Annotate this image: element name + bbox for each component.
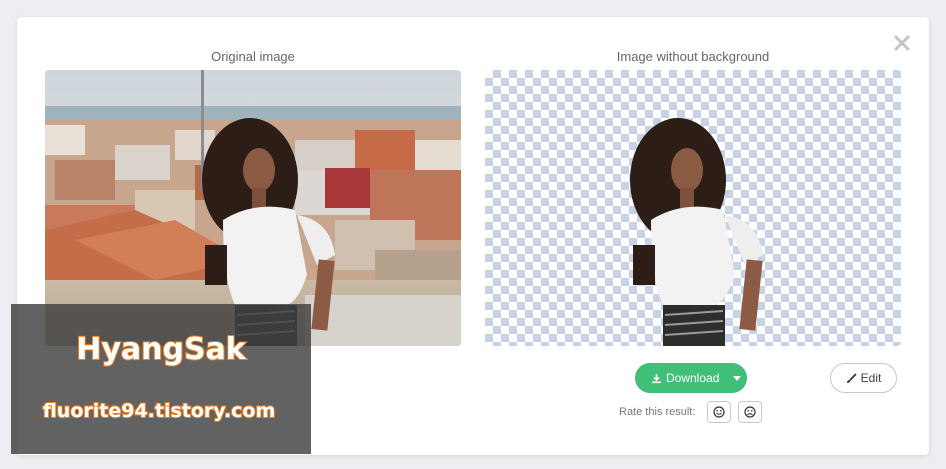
watermark-url: fluorite94.tistory.com xyxy=(42,399,277,423)
watermark-name: HyangSak xyxy=(75,331,247,368)
result-image xyxy=(485,70,901,346)
smile-icon xyxy=(713,406,725,418)
edit-button[interactable]: Edit xyxy=(830,363,897,393)
rate-good-button[interactable] xyxy=(707,401,731,423)
download-button[interactable]: Download xyxy=(635,363,747,393)
result-image-title: Image without background xyxy=(616,49,770,64)
brush-icon xyxy=(846,372,857,383)
rate-bad-button[interactable] xyxy=(738,401,762,423)
watermark-overlay xyxy=(11,304,311,454)
download-options-toggle[interactable] xyxy=(727,363,747,393)
download-icon xyxy=(652,373,661,383)
frown-icon xyxy=(744,406,756,418)
edit-label: Edit xyxy=(860,371,882,385)
rate-result-label: Rate this result: xyxy=(619,406,696,418)
download-label: Download xyxy=(666,371,720,385)
chevron-down-icon xyxy=(733,375,742,381)
download-main[interactable]: Download xyxy=(635,371,727,385)
original-image-title: Original image xyxy=(211,49,295,64)
